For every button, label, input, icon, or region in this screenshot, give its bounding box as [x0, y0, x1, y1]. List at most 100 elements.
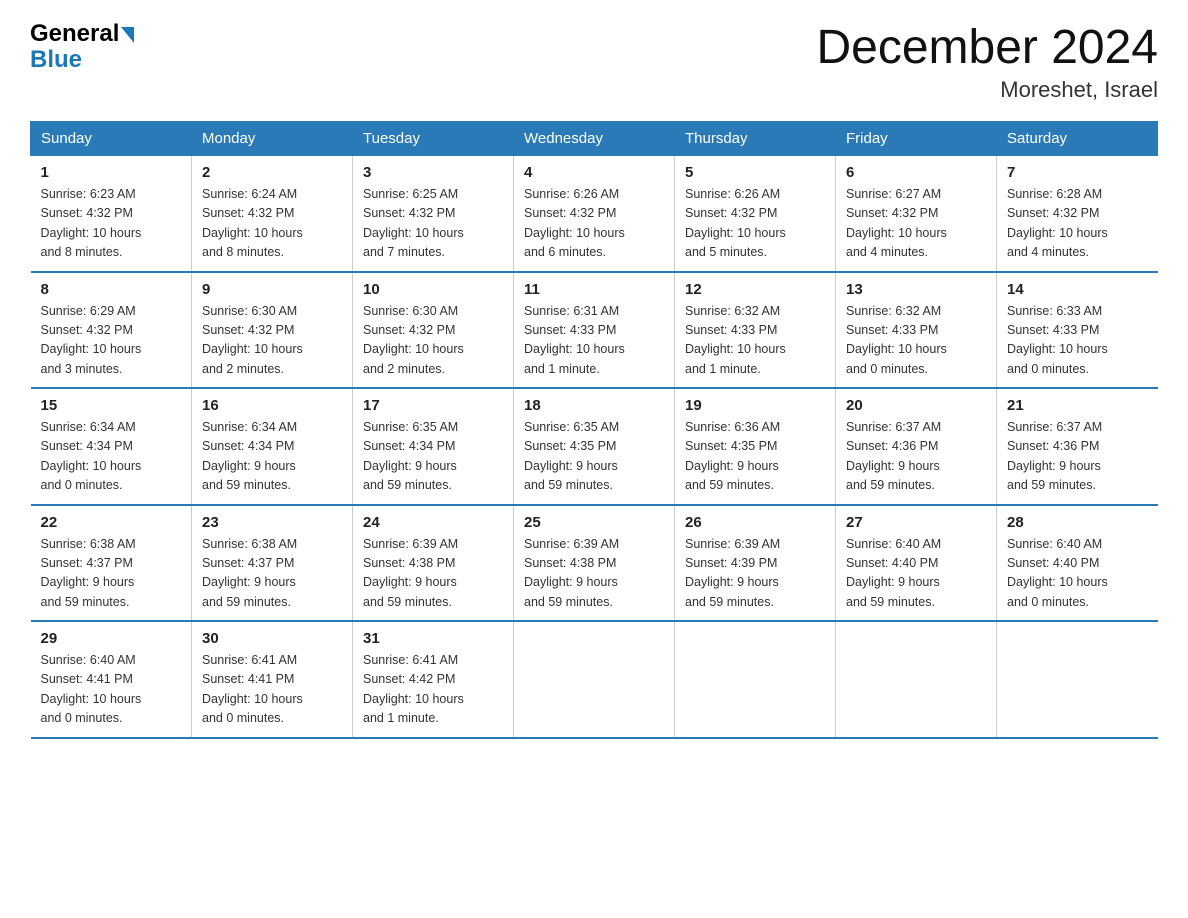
day-number: 7 [1007, 164, 1148, 181]
column-header-sunday: Sunday [31, 122, 192, 156]
day-number: 1 [41, 164, 182, 181]
day-info: Sunrise: 6:34 AMSunset: 4:34 PMDaylight:… [202, 420, 297, 492]
day-number: 24 [363, 514, 503, 531]
calendar-cell: 26 Sunrise: 6:39 AMSunset: 4:39 PMDaylig… [675, 505, 836, 622]
column-header-thursday: Thursday [675, 122, 836, 156]
calendar-cell [675, 621, 836, 738]
day-number: 3 [363, 164, 503, 181]
day-number: 28 [1007, 514, 1148, 531]
day-info: Sunrise: 6:40 AMSunset: 4:40 PMDaylight:… [1007, 537, 1108, 609]
calendar-cell [514, 621, 675, 738]
day-number: 4 [524, 164, 664, 181]
day-number: 13 [846, 281, 986, 298]
day-number: 9 [202, 281, 342, 298]
calendar-cell: 30 Sunrise: 6:41 AMSunset: 4:41 PMDaylig… [192, 621, 353, 738]
calendar-week-row: 15 Sunrise: 6:34 AMSunset: 4:34 PMDaylig… [31, 388, 1158, 505]
column-header-wednesday: Wednesday [514, 122, 675, 156]
day-number: 18 [524, 397, 664, 414]
calendar-cell: 9 Sunrise: 6:30 AMSunset: 4:32 PMDayligh… [192, 272, 353, 389]
calendar-week-row: 22 Sunrise: 6:38 AMSunset: 4:37 PMDaylig… [31, 505, 1158, 622]
day-number: 23 [202, 514, 342, 531]
calendar-week-row: 8 Sunrise: 6:29 AMSunset: 4:32 PMDayligh… [31, 272, 1158, 389]
day-info: Sunrise: 6:28 AMSunset: 4:32 PMDaylight:… [1007, 187, 1108, 259]
calendar-cell: 1 Sunrise: 6:23 AMSunset: 4:32 PMDayligh… [31, 156, 192, 272]
day-info: Sunrise: 6:41 AMSunset: 4:41 PMDaylight:… [202, 653, 303, 725]
column-header-tuesday: Tuesday [353, 122, 514, 156]
calendar-cell: 18 Sunrise: 6:35 AMSunset: 4:35 PMDaylig… [514, 388, 675, 505]
day-info: Sunrise: 6:40 AMSunset: 4:40 PMDaylight:… [846, 537, 941, 609]
calendar-cell: 6 Sunrise: 6:27 AMSunset: 4:32 PMDayligh… [836, 156, 997, 272]
calendar-cell: 31 Sunrise: 6:41 AMSunset: 4:42 PMDaylig… [353, 621, 514, 738]
day-info: Sunrise: 6:41 AMSunset: 4:42 PMDaylight:… [363, 653, 464, 725]
calendar-cell [997, 621, 1158, 738]
day-number: 30 [202, 630, 342, 647]
calendar-cell: 19 Sunrise: 6:36 AMSunset: 4:35 PMDaylig… [675, 388, 836, 505]
day-number: 2 [202, 164, 342, 181]
day-number: 21 [1007, 397, 1148, 414]
day-info: Sunrise: 6:38 AMSunset: 4:37 PMDaylight:… [202, 537, 297, 609]
day-info: Sunrise: 6:33 AMSunset: 4:33 PMDaylight:… [1007, 304, 1108, 376]
day-info: Sunrise: 6:26 AMSunset: 4:32 PMDaylight:… [685, 187, 786, 259]
day-info: Sunrise: 6:39 AMSunset: 4:38 PMDaylight:… [524, 537, 619, 609]
day-number: 14 [1007, 281, 1148, 298]
day-number: 6 [846, 164, 986, 181]
day-info: Sunrise: 6:30 AMSunset: 4:32 PMDaylight:… [363, 304, 464, 376]
calendar-cell: 2 Sunrise: 6:24 AMSunset: 4:32 PMDayligh… [192, 156, 353, 272]
calendar-cell: 24 Sunrise: 6:39 AMSunset: 4:38 PMDaylig… [353, 505, 514, 622]
column-header-saturday: Saturday [997, 122, 1158, 156]
day-info: Sunrise: 6:25 AMSunset: 4:32 PMDaylight:… [363, 187, 464, 259]
calendar-week-row: 29 Sunrise: 6:40 AMSunset: 4:41 PMDaylig… [31, 621, 1158, 738]
day-number: 29 [41, 630, 182, 647]
calendar-cell: 25 Sunrise: 6:39 AMSunset: 4:38 PMDaylig… [514, 505, 675, 622]
day-info: Sunrise: 6:32 AMSunset: 4:33 PMDaylight:… [685, 304, 786, 376]
calendar-cell: 14 Sunrise: 6:33 AMSunset: 4:33 PMDaylig… [997, 272, 1158, 389]
day-number: 11 [524, 281, 664, 298]
calendar-cell: 7 Sunrise: 6:28 AMSunset: 4:32 PMDayligh… [997, 156, 1158, 272]
logo-blue-text: Blue [30, 46, 82, 74]
page-header: General Blue December 2024 Moreshet, Isr… [30, 20, 1158, 103]
calendar-cell: 22 Sunrise: 6:38 AMSunset: 4:37 PMDaylig… [31, 505, 192, 622]
day-info: Sunrise: 6:35 AMSunset: 4:34 PMDaylight:… [363, 420, 458, 492]
day-info: Sunrise: 6:39 AMSunset: 4:38 PMDaylight:… [363, 537, 458, 609]
day-number: 26 [685, 514, 825, 531]
page-title: December 2024 [816, 20, 1158, 75]
calendar-cell: 4 Sunrise: 6:26 AMSunset: 4:32 PMDayligh… [514, 156, 675, 272]
calendar-cell: 8 Sunrise: 6:29 AMSunset: 4:32 PMDayligh… [31, 272, 192, 389]
calendar-cell: 21 Sunrise: 6:37 AMSunset: 4:36 PMDaylig… [997, 388, 1158, 505]
day-info: Sunrise: 6:24 AMSunset: 4:32 PMDaylight:… [202, 187, 303, 259]
column-header-friday: Friday [836, 122, 997, 156]
day-info: Sunrise: 6:34 AMSunset: 4:34 PMDaylight:… [41, 420, 142, 492]
day-number: 20 [846, 397, 986, 414]
day-number: 16 [202, 397, 342, 414]
day-number: 27 [846, 514, 986, 531]
calendar-cell: 13 Sunrise: 6:32 AMSunset: 4:33 PMDaylig… [836, 272, 997, 389]
calendar-cell: 15 Sunrise: 6:34 AMSunset: 4:34 PMDaylig… [31, 388, 192, 505]
day-info: Sunrise: 6:26 AMSunset: 4:32 PMDaylight:… [524, 187, 625, 259]
day-number: 8 [41, 281, 182, 298]
day-number: 17 [363, 397, 503, 414]
logo: General Blue [30, 20, 134, 74]
calendar-cell: 3 Sunrise: 6:25 AMSunset: 4:32 PMDayligh… [353, 156, 514, 272]
calendar-header-row: SundayMondayTuesdayWednesdayThursdayFrid… [31, 122, 1158, 156]
day-number: 22 [41, 514, 182, 531]
day-info: Sunrise: 6:35 AMSunset: 4:35 PMDaylight:… [524, 420, 619, 492]
calendar-cell: 11 Sunrise: 6:31 AMSunset: 4:33 PMDaylig… [514, 272, 675, 389]
calendar-cell: 12 Sunrise: 6:32 AMSunset: 4:33 PMDaylig… [675, 272, 836, 389]
day-info: Sunrise: 6:40 AMSunset: 4:41 PMDaylight:… [41, 653, 142, 725]
calendar-cell: 20 Sunrise: 6:37 AMSunset: 4:36 PMDaylig… [836, 388, 997, 505]
day-info: Sunrise: 6:29 AMSunset: 4:32 PMDaylight:… [41, 304, 142, 376]
day-info: Sunrise: 6:31 AMSunset: 4:33 PMDaylight:… [524, 304, 625, 376]
calendar-cell: 17 Sunrise: 6:35 AMSunset: 4:34 PMDaylig… [353, 388, 514, 505]
day-info: Sunrise: 6:30 AMSunset: 4:32 PMDaylight:… [202, 304, 303, 376]
day-info: Sunrise: 6:32 AMSunset: 4:33 PMDaylight:… [846, 304, 947, 376]
logo-general-text: General [30, 20, 119, 48]
calendar-cell: 27 Sunrise: 6:40 AMSunset: 4:40 PMDaylig… [836, 505, 997, 622]
day-info: Sunrise: 6:39 AMSunset: 4:39 PMDaylight:… [685, 537, 780, 609]
calendar-cell [836, 621, 997, 738]
calendar-cell: 16 Sunrise: 6:34 AMSunset: 4:34 PMDaylig… [192, 388, 353, 505]
day-number: 15 [41, 397, 182, 414]
day-number: 12 [685, 281, 825, 298]
calendar-cell: 28 Sunrise: 6:40 AMSunset: 4:40 PMDaylig… [997, 505, 1158, 622]
logo-triangle-icon [121, 27, 134, 43]
calendar-cell: 29 Sunrise: 6:40 AMSunset: 4:41 PMDaylig… [31, 621, 192, 738]
